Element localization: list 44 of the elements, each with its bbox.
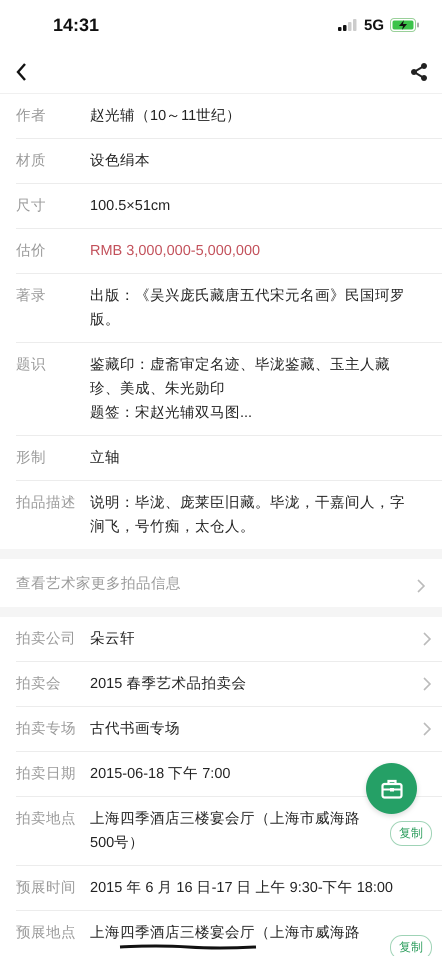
copy-button[interactable]: 复制 (390, 821, 432, 846)
field-label: 拍卖会 (16, 675, 62, 694)
artist-link-row[interactable]: 查看艺术家更多拍品信息 (0, 559, 442, 607)
field-label: 题识 (16, 356, 47, 375)
field-label: 形制 (16, 449, 47, 468)
share-icon[interactable] (410, 62, 428, 82)
field-label: 估价 (16, 242, 47, 261)
field-label: 拍品描述 (16, 494, 77, 513)
field-value: 100.5×51cm (90, 197, 170, 216)
field-value: 题签：宋赵光辅双马图... (90, 404, 252, 423)
field-value: 上海四季酒店三楼宴会厅（上海市威海路500号） (90, 810, 361, 853)
chevron-icon (417, 578, 426, 592)
battery-icon (390, 18, 420, 32)
network-label: 5G (364, 16, 384, 34)
field-label: 拍卖专场 (16, 720, 77, 739)
field-label: 拍卖地点 (16, 810, 77, 829)
field-value: 鉴藏印：虚斋审定名迹、毕泷鉴藏、玉主人藏珍、美成、朱光勋印 (90, 356, 391, 399)
field-label: 预展时间 (16, 879, 77, 898)
back-icon[interactable] (16, 62, 27, 80)
field-value: RMB 3,000,000-5,000,000 (90, 242, 260, 261)
signal-icon (338, 19, 358, 31)
field-value: 朵云轩 (90, 630, 135, 649)
field-label: 作者 (16, 107, 47, 126)
field-value: 2015-06-18 下午 7:00 (90, 765, 230, 784)
briefcase-button[interactable] (366, 763, 417, 814)
status-time: 14:31 (53, 14, 100, 36)
copy-button[interactable]: 复制 (390, 935, 432, 956)
field-label: 著录 (16, 287, 47, 306)
field-value: 赵光辅（10～11世纪） (90, 107, 242, 126)
field-value: 设色绢本 (90, 152, 150, 171)
field-label: 拍卖公司 (16, 630, 77, 649)
field-label: 预展地点 (16, 924, 77, 943)
field-value: 2015 年 6 月 16 日-17 日 上午 9:30-下午 18:00 (90, 879, 393, 898)
field-label: 拍卖日期 (16, 765, 77, 784)
field-label: 尺寸 (16, 197, 47, 216)
link-label: 查看艺术家更多拍品信息 (16, 574, 181, 592)
field-value: 立轴 (90, 448, 120, 468)
field-value: 出版：《吴兴庞氏藏唐五代宋元名画》民国珂罗版。 (90, 286, 406, 330)
field-value: 古代书画专场 (90, 720, 180, 739)
briefcase-icon (380, 778, 402, 798)
field-value: 2015 春季艺术品拍卖会 (90, 675, 246, 694)
field-value: 说明：毕泷、庞莱臣旧藏。毕泷，干嘉间人，字涧飞，号竹痴，太仓人。 (90, 494, 406, 537)
field-label: 材质 (16, 152, 47, 171)
field-value: 上海四季酒店三楼宴会厅（上海市威海路 (90, 924, 360, 943)
